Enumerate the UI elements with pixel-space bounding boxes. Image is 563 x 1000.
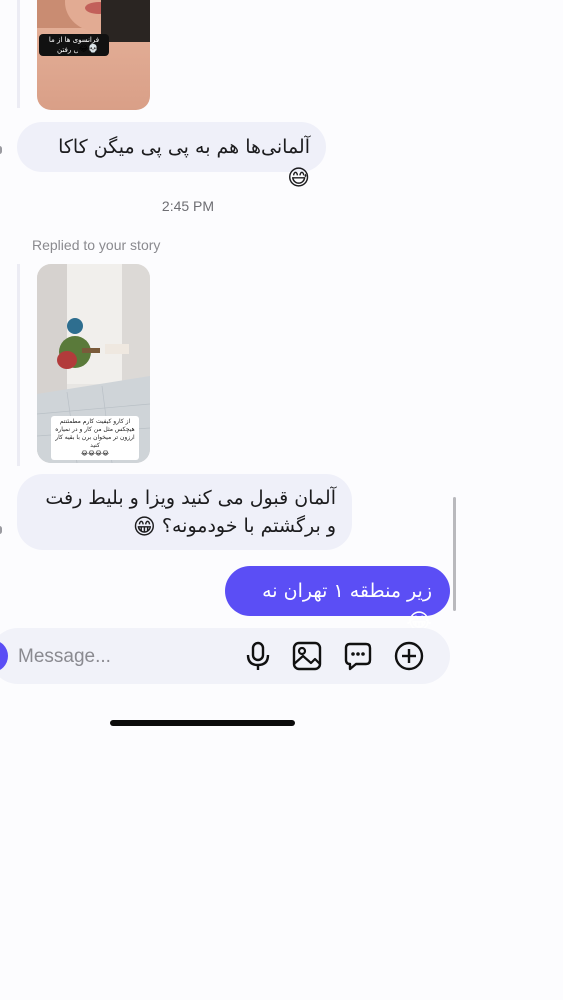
replied-to-story-label: Replied to your story [32, 237, 161, 253]
story-reply-bar [17, 0, 20, 108]
story-caption-text: از کارو کیفیت کارم مطمئنتم هیچکس مثل من … [55, 418, 135, 449]
message-bubble-incoming[interactable]: آلمان قبول می کنید ویزا و بلیط رفت و برگ… [17, 474, 352, 550]
avatar[interactable] [0, 526, 2, 534]
story-thumbnail[interactable]: فرانسوی ها از ما اسکی رفتن 😂💀 [37, 0, 150, 110]
story-reply-bar [17, 264, 20, 466]
story-thumbnail[interactable]: از کارو کیفیت کارم مطمئنتم هیچکس مثل من … [37, 264, 150, 463]
message-text: آلمان قبول می کنید ویزا و بلیط رفت و برگ… [45, 487, 336, 537]
message-composer [0, 628, 450, 684]
story-caption: از کارو کیفیت کارم مطمئنتم هیچکس مثل من … [51, 416, 139, 460]
message-bubble-outgoing[interactable]: زیر منطقه ۱ تهران نه 😂 [225, 566, 450, 635]
microphone-icon[interactable] [242, 640, 274, 672]
message-bubble-incoming[interactable]: آلمانی‌ها هم به پی پی میگن کاکا 😅 [17, 122, 326, 191]
message-text: زیر منطقه ۱ تهران نه [262, 580, 432, 602]
story-caption-emoji: 😂💀 [77, 44, 101, 53]
message-input[interactable] [16, 642, 230, 672]
camera-button[interactable] [0, 640, 8, 672]
image-icon[interactable] [291, 640, 323, 672]
scrollbar[interactable] [453, 497, 456, 611]
story-caption-emoji: 😂😂😂😂 [80, 450, 110, 457]
avatar[interactable] [0, 146, 2, 154]
plus-icon[interactable] [393, 640, 425, 672]
home-indicator[interactable] [110, 720, 295, 726]
grinning-emoji: 😁 [132, 515, 156, 540]
sticker-icon[interactable] [342, 640, 374, 672]
message-text: آلمانی‌ها هم به پی پی میگن کاکا [58, 136, 310, 158]
message-timestamp: 2:45 PM [161, 198, 215, 214]
grinning-sweat-emoji: 😅 [287, 166, 310, 191]
